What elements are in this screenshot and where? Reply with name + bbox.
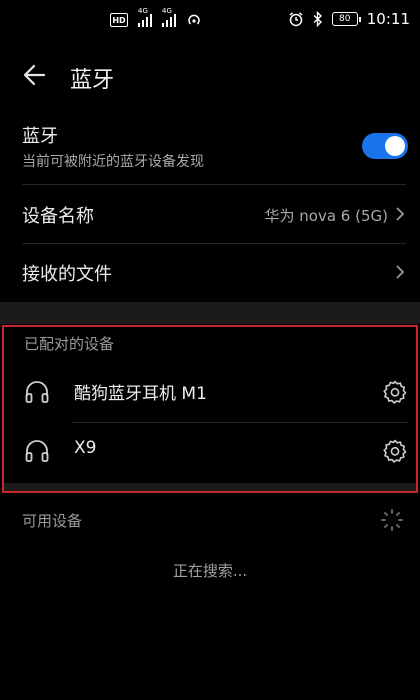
gear-icon[interactable] xyxy=(382,379,408,405)
hd-voice-icon: HD xyxy=(110,13,128,27)
back-arrow-icon[interactable] xyxy=(20,60,50,90)
gear-icon[interactable] xyxy=(382,438,408,464)
device-name-label: 设备名称 xyxy=(22,206,94,227)
status-right: 80 10:11 xyxy=(288,10,410,28)
headphones-icon xyxy=(25,381,49,403)
searching-status: 正在搜索... xyxy=(172,562,248,580)
status-left: HD 4G 4G xyxy=(110,7,202,28)
device-name-value: 华为 nova 6 (5G) xyxy=(264,207,388,225)
chevron-right-icon xyxy=(396,265,405,279)
bluetooth-switch[interactable] xyxy=(362,133,408,159)
signal-icon-sim1: 4G xyxy=(138,7,152,27)
bluetooth-title: 蓝牙 xyxy=(22,126,58,147)
headphones-icon xyxy=(25,440,49,462)
loading-spinner-icon xyxy=(381,509,403,531)
paired-devices-section: 已配对的设备 酷狗蓝牙耳机 M1 X9 xyxy=(2,325,418,493)
app-header: 蓝牙 xyxy=(0,52,420,102)
paired-device-name: 酷狗蓝牙耳机 M1 xyxy=(74,384,207,404)
available-section-title: 可用设备 xyxy=(22,512,83,530)
paired-device-row[interactable]: X9 xyxy=(4,424,416,480)
bluetooth-subtitle: 当前可被附近的蓝牙设备发现 xyxy=(22,154,204,170)
page-title: 蓝牙 xyxy=(70,68,115,93)
switch-knob xyxy=(385,136,405,156)
clock: 10:11 xyxy=(366,10,410,28)
section-gap xyxy=(4,483,416,491)
section-gap xyxy=(0,302,420,324)
paired-device-name: X9 xyxy=(74,438,97,458)
bluetooth-status-icon xyxy=(313,11,322,27)
battery-icon: 80 xyxy=(331,12,361,26)
signal-icon-sim2: 4G xyxy=(162,7,176,27)
divider xyxy=(72,422,408,423)
divider xyxy=(22,243,406,244)
status-bar: HD 4G 4G 80 10:11 xyxy=(0,0,420,40)
received-files-row[interactable]: 接收的文件 xyxy=(0,245,420,301)
alarm-icon xyxy=(289,12,303,27)
divider xyxy=(22,184,406,185)
hotspot-icon xyxy=(188,14,200,25)
chevron-right-icon xyxy=(396,207,405,221)
network-type-sim2: 4G xyxy=(162,7,172,15)
received-files-label: 接收的文件 xyxy=(22,264,112,285)
paired-device-row[interactable]: 酷狗蓝牙耳机 M1 xyxy=(4,365,416,421)
paired-section-title: 已配对的设备 xyxy=(24,335,115,353)
device-name-row[interactable]: 设备名称 华为 nova 6 (5G) xyxy=(0,186,420,242)
bluetooth-toggle-row[interactable]: 蓝牙 当前可被附近的蓝牙设备发现 xyxy=(0,118,420,180)
network-type-sim1: 4G xyxy=(138,7,148,15)
